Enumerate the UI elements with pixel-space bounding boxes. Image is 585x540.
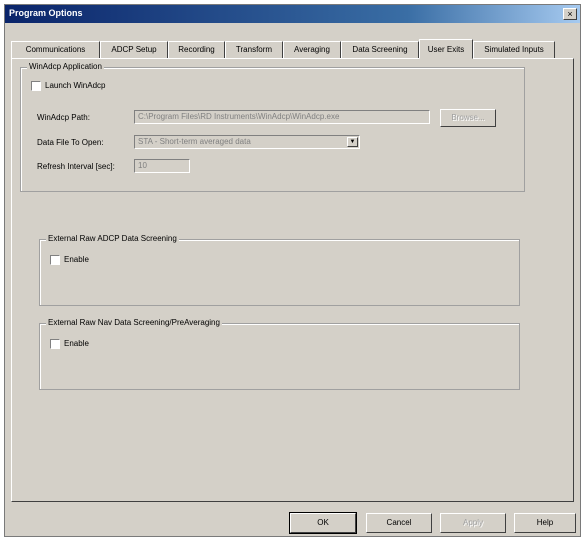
tab-adcp-setup[interactable]: ADCP Setup (100, 41, 168, 58)
tab-transform[interactable]: Transform (225, 41, 283, 58)
tab-communications[interactable]: Communications (11, 41, 100, 58)
group-label: External Raw ADCP Data Screening (46, 234, 179, 243)
tab-data-screening[interactable]: Data Screening (341, 41, 419, 58)
refresh-interval-field[interactable]: 10 (134, 159, 190, 173)
external-raw-adcp-group: External Raw ADCP Data Screening Enable (39, 234, 520, 306)
winadcp-path-label: WinAdcp Path: (37, 113, 90, 122)
ok-button[interactable]: OK (289, 512, 357, 534)
launch-winadcp-label: Launch WinAdcp (45, 81, 106, 90)
data-file-value: STA - Short-term averaged data (138, 137, 251, 146)
window-title: Program Options (9, 8, 83, 18)
tab-strip: Communications ADCP Setup Recording Tran… (11, 39, 571, 59)
tab-panel-user-exits: WinAdcp Application Launch WinAdcp WinAd… (11, 58, 574, 502)
help-button[interactable]: Help (514, 513, 576, 533)
tab-simulated-inputs[interactable]: Simulated Inputs (473, 41, 555, 58)
raw-nav-enable-label: Enable (64, 339, 89, 348)
chevron-down-icon[interactable]: ▼ (347, 137, 358, 147)
tab-user-exits[interactable]: User Exits (419, 39, 473, 59)
tab-averaging[interactable]: Averaging (283, 41, 341, 58)
group-label: WinAdcp Application (27, 62, 104, 71)
launch-winadcp-checkbox[interactable] (31, 81, 41, 91)
refresh-interval-label: Refresh Interval [sec]: (37, 162, 115, 171)
cancel-button[interactable]: Cancel (366, 513, 432, 533)
title-bar[interactable]: Program Options × (5, 5, 580, 23)
group-label: External Raw Nav Data Screening/PreAvera… (46, 318, 222, 327)
winadcp-application-group: WinAdcp Application Launch WinAdcp WinAd… (20, 62, 525, 192)
raw-adcp-enable-label: Enable (64, 255, 89, 264)
program-options-dialog: Program Options × Communications ADCP Se… (4, 4, 581, 537)
browse-button[interactable]: Browse... (440, 109, 496, 127)
raw-nav-enable-checkbox[interactable] (50, 339, 60, 349)
data-file-label: Data File To Open: (37, 138, 104, 147)
tab-recording[interactable]: Recording (168, 41, 225, 58)
data-file-dropdown[interactable]: STA - Short-term averaged data ▼ (134, 135, 360, 149)
apply-button[interactable]: Apply (440, 513, 506, 533)
winadcp-path-field[interactable]: C:\Program Files\RD Instruments\WinAdcp\… (134, 110, 430, 124)
external-raw-nav-group: External Raw Nav Data Screening/PreAvera… (39, 318, 520, 390)
close-icon[interactable]: × (563, 8, 577, 20)
raw-adcp-enable-checkbox[interactable] (50, 255, 60, 265)
